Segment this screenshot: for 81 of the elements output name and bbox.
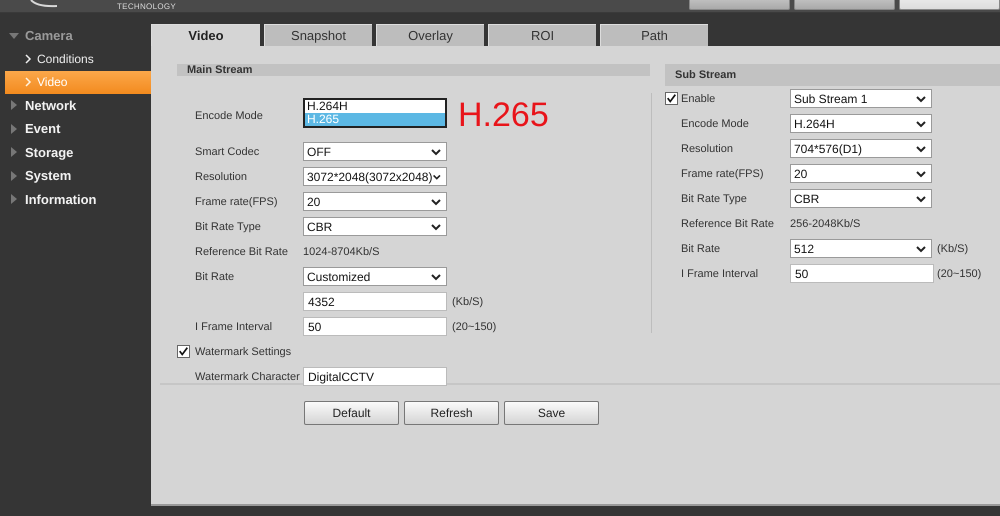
sidebar-item[interactable]: Event: [0, 117, 151, 140]
field-label: Smart Codec: [195, 146, 260, 158]
unit-text: (Kb/S): [936, 242, 970, 254]
action-button[interactable]: Save: [504, 401, 599, 425]
tab[interactable]: Snapshot: [264, 24, 372, 46]
field-label: Reference Bit Rate: [681, 218, 775, 230]
logo-icon: [30, 0, 58, 8]
chevron-down-icon: [915, 118, 927, 128]
chevron-down-icon: [430, 196, 442, 206]
chevron-down-icon: [915, 244, 927, 254]
field-label: Encode Mode: [195, 110, 264, 122]
field-label: Resolution: [681, 142, 734, 154]
input-field[interactable]: 4352: [303, 292, 447, 311]
sidebar-subitem[interactable]: Conditions: [5, 48, 151, 70]
field-label: Reference Bit Rate: [195, 246, 289, 258]
dropdown[interactable]: 3072*2048(3072x2048): [303, 167, 447, 186]
action-button[interactable]: Refresh: [404, 401, 499, 425]
dropdown[interactable]: 512: [790, 239, 932, 258]
annotation-text: H.265: [458, 96, 549, 135]
field-label: Enable: [681, 92, 716, 104]
field-label: Bit Rate Type: [681, 192, 748, 204]
dropdown[interactable]: H.264H: [790, 114, 932, 133]
dropdown[interactable]: CBR: [303, 217, 447, 236]
chevron-down-icon: [915, 194, 927, 204]
section-header: Sub Stream: [665, 64, 1000, 86]
dropdown[interactable]: CBR: [790, 189, 932, 208]
section-header: Main Stream: [177, 64, 650, 76]
logo-text: TECHNOLOGY: [117, 3, 176, 11]
field-label: Bit Rate Type: [195, 220, 262, 232]
field-label: Watermark Character: [195, 370, 301, 382]
checkbox[interactable]: [177, 345, 190, 358]
sidebar-item[interactable]: System: [0, 164, 151, 188]
unit-text: (20~150): [936, 268, 982, 280]
field-label: I Frame Interval: [195, 320, 274, 332]
sidebar-item[interactable]: Storage: [0, 140, 151, 164]
chevron-down-icon: [430, 272, 442, 282]
list-option[interactable]: H.264H: [305, 100, 445, 113]
triangle-right-icon: [9, 194, 19, 204]
triangle-right-icon: [9, 100, 19, 110]
field-label: Resolution: [195, 170, 248, 182]
chevron-down-icon: [915, 94, 927, 104]
checkbox[interactable]: [665, 92, 678, 105]
input-field[interactable]: 50: [790, 264, 934, 283]
field-label: Bit Rate: [681, 242, 722, 254]
dropdown[interactable]: Customized: [303, 267, 447, 286]
tab[interactable]: Overlay: [376, 24, 484, 46]
value-text: 256-2048Kb/S: [790, 218, 862, 230]
tab[interactable]: ROI: [488, 24, 596, 46]
sidebar-item[interactable]: Information: [0, 188, 151, 211]
dropdown[interactable]: 20: [303, 192, 447, 211]
value-text: 1024-8704Kb/S: [303, 246, 380, 258]
triangle-right-icon: [9, 147, 19, 158]
chevron-right-icon: [25, 77, 32, 87]
triangle-down-icon: [9, 30, 19, 41]
chevron-down-icon: [430, 146, 442, 156]
unit-text: (Kb/S): [451, 296, 484, 308]
triangle-right-icon: [9, 124, 19, 134]
input-field[interactable]: 50: [303, 317, 447, 336]
chevron-down-icon: [430, 222, 442, 232]
dropdown-list[interactable]: H.264H H.265: [303, 98, 447, 128]
field-label: Frame rate(FPS): [195, 196, 279, 208]
sidebar-item[interactable]: Camera: [0, 24, 151, 48]
tab[interactable]: Video: [151, 24, 260, 46]
dropdown[interactable]: OFF: [303, 142, 447, 161]
field-label: I Frame Interval: [681, 268, 760, 280]
dropdown[interactable]: 20: [790, 164, 932, 183]
dropdown[interactable]: 704*576(D1): [790, 139, 932, 158]
input-field[interactable]: DigitalCCTV: [303, 367, 447, 386]
field-label: Encode Mode: [681, 118, 750, 130]
triangle-right-icon: [9, 170, 19, 181]
sidebar-item[interactable]: Network: [0, 94, 151, 117]
chevron-down-icon: [915, 168, 927, 178]
unit-text: (20~150): [451, 320, 498, 332]
tab[interactable]: Path: [600, 24, 708, 46]
field-label: Bit Rate: [195, 270, 236, 282]
action-button[interactable]: Default: [304, 401, 399, 425]
chevron-down-icon: [915, 144, 927, 154]
field-label: Watermark Settings: [195, 346, 292, 358]
chevron-right-icon: [25, 54, 32, 64]
dropdown[interactable]: Sub Stream 1: [790, 89, 932, 108]
field-label: Frame rate(FPS): [681, 168, 765, 180]
